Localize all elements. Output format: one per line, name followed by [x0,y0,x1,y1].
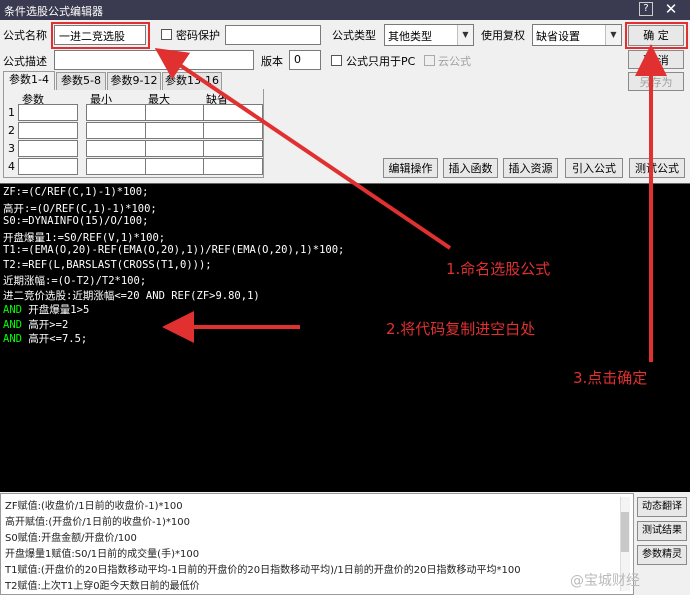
annotation-step-1: 1.命名选股公式 [446,260,551,278]
annotation-arrows [154,44,667,362]
arrow-to-name-field [154,48,452,250]
watermark: @宝城财经 [570,573,640,589]
annotation-step-2: 2.将代码复制进空白处 [386,320,536,338]
annotation-step-3: 3.点击确定 [573,369,648,387]
